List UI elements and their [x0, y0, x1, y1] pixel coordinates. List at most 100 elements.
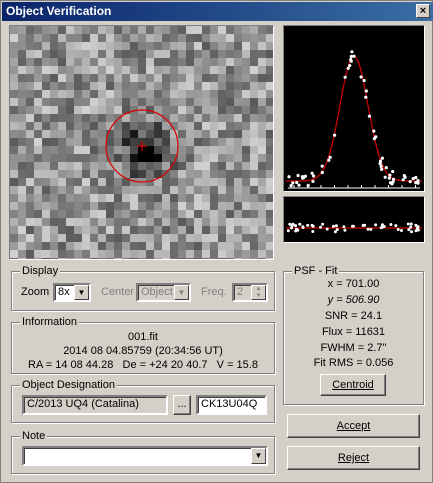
profile-point [383, 175, 387, 179]
psf-snr: SNR = 24.1 [324, 310, 383, 322]
residual-point [409, 222, 413, 226]
profile-point [346, 66, 350, 70]
psf-y: y = 506.90 [327, 294, 380, 306]
residual-point [406, 222, 410, 226]
residual-point [409, 225, 413, 229]
freq-stepper[interactable]: 2 ▲ ▼ [232, 283, 268, 302]
residual-point [294, 224, 298, 228]
display-group-label: Display [20, 265, 61, 278]
browse-object-button[interactable]: ... [173, 395, 191, 415]
profile-point [291, 181, 295, 185]
profile-point [301, 176, 305, 180]
info-datetime: 2014 08 04.85759 (20:34:56 UT) [63, 345, 223, 357]
title-bar: Object Verification × [2, 2, 433, 21]
profile-point [384, 166, 388, 170]
information-group-label: Information [20, 316, 80, 329]
chevron-down-icon[interactable]: ▼ [74, 285, 89, 300]
zoom-select[interactable]: 8x ▼ [53, 283, 91, 302]
residual-point [410, 230, 413, 234]
reject-button-label: Reject [337, 452, 370, 464]
reject-button[interactable]: Reject [287, 446, 420, 470]
psf-fit-rms: Fit RMS = 0.056 [313, 357, 394, 369]
freq-value: 2 [237, 286, 244, 298]
profile-point [359, 75, 363, 79]
chevron-down-icon[interactable]: ▼ [251, 448, 266, 464]
chevron-down-icon[interactable]: ▼ [174, 285, 189, 300]
window-title: Object Verification [6, 4, 112, 18]
residual-point [374, 223, 378, 227]
residual-point [414, 229, 418, 233]
display-group: Display Zoom 8x ▼ Center Object ▼ Freq. … [11, 265, 275, 311]
residual-point [306, 223, 310, 227]
center-value: Object [141, 286, 173, 298]
residual-point [369, 227, 373, 231]
profile-point [372, 129, 376, 133]
psf-profile-plot [286, 50, 422, 189]
centroid-button[interactable]: Centroid [320, 374, 386, 396]
psf-profile-panel [283, 25, 425, 192]
residual-point [288, 222, 292, 226]
profile-point [311, 179, 315, 183]
info-filename: 001.fit [128, 331, 158, 343]
profile-point [296, 173, 300, 178]
ellipsis-icon: ... [177, 398, 187, 410]
residual-point [319, 225, 322, 229]
residual-point [363, 223, 367, 227]
profile-point [327, 158, 331, 162]
profile-point [348, 64, 352, 68]
accept-button[interactable]: Accept [287, 414, 420, 438]
profile-point [388, 173, 392, 177]
residual-point [396, 228, 400, 231]
psf-x: x = 701.00 [327, 278, 380, 290]
profile-point [367, 114, 371, 118]
zoom-value: 8x [58, 286, 70, 298]
profile-point [350, 50, 354, 54]
residuals-panel [283, 196, 425, 243]
residual-point [321, 222, 325, 226]
profile-point [320, 164, 324, 168]
object-name-field: C/2013 UQ4 (Catalina) [22, 395, 168, 415]
note-combo[interactable]: ▼ [22, 446, 268, 466]
center-select[interactable]: Object ▼ [136, 283, 191, 302]
object-code-value: CK13U04Q [201, 398, 258, 410]
residual-point [366, 227, 370, 231]
object-code-field[interactable]: CK13U04Q [196, 395, 267, 415]
profile-point [349, 59, 353, 63]
profile-point [310, 171, 314, 175]
profile-point [416, 181, 420, 185]
residual-point [416, 225, 420, 229]
residual-point [310, 223, 314, 227]
profile-point [289, 184, 293, 188]
object-name-value: C/2013 UQ4 (Catalina) [27, 398, 139, 410]
profile-point [295, 180, 299, 185]
info-coordinates: RA = 14 08 44.28 De = +24 20 40.7 V = 15… [28, 359, 258, 371]
star-image-panel[interactable] [9, 25, 274, 260]
note-label: Note [20, 430, 48, 443]
stepper-arrows-icon[interactable]: ▲ ▼ [251, 285, 266, 300]
psf-fit-curve [286, 55, 422, 182]
center-label: Center [101, 286, 135, 298]
zoom-label: Zoom [21, 286, 50, 298]
profile-point [287, 175, 291, 179]
profile-point [333, 133, 337, 137]
close-icon[interactable]: × [416, 4, 430, 18]
profile-point [364, 95, 368, 99]
information-group: Information 001.fit 2014 08 04.85759 (20… [11, 316, 275, 374]
profile-point [391, 169, 395, 174]
residual-point [380, 226, 384, 229]
profile-point [378, 161, 382, 166]
psf-fit-label: PSF - Fit [292, 265, 340, 278]
residual-point [335, 228, 339, 232]
residual-point [298, 222, 302, 226]
psf-flux: Flux = 11631 [321, 326, 386, 338]
note-group: Note ▼ [11, 430, 275, 474]
profile-point [401, 178, 405, 182]
residual-point [301, 226, 305, 229]
profile-point [380, 167, 384, 171]
profile-point [408, 180, 412, 184]
profile-point [387, 176, 391, 180]
profile-point [352, 54, 356, 58]
profile-point [328, 155, 332, 159]
profile-point [362, 78, 366, 83]
psf-fit-group: PSF - Fit x = 701.00 y = 506.90 SNR = 24… [283, 265, 424, 405]
